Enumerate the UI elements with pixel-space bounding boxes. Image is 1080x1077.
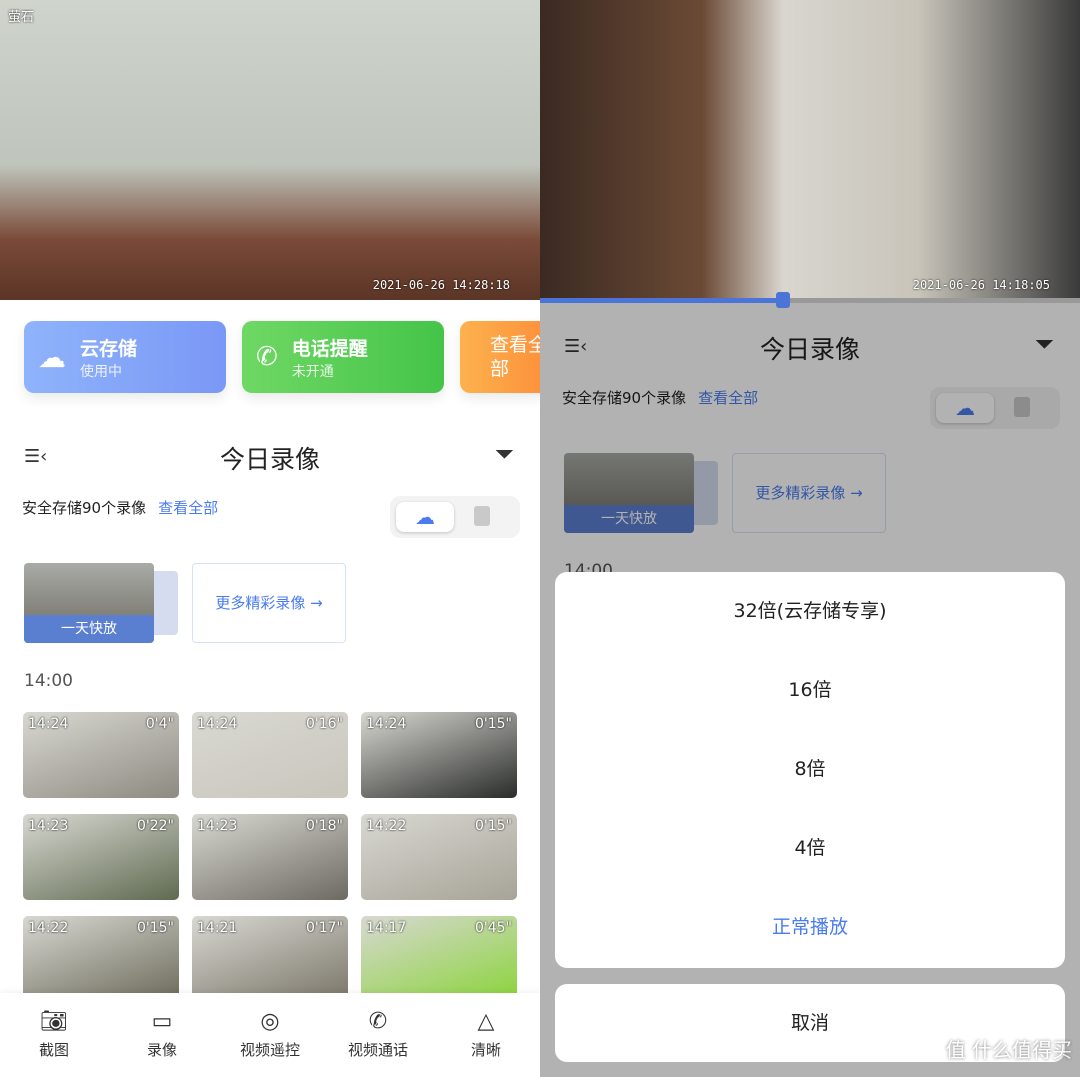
clip-thumbnail[interactable]: 14:21 0'17" bbox=[192, 916, 348, 1002]
video-camera-icon: ▭ bbox=[151, 1009, 173, 1034]
clip-duration: 0'18" bbox=[305, 818, 343, 834]
clip-duration: 0'45" bbox=[474, 920, 512, 936]
more-videos-button[interactable]: 更多精彩录像 → bbox=[192, 563, 346, 643]
speed-sheet: 32倍(云存储专享) 16倍 8倍 4倍 正常播放 bbox=[555, 572, 1065, 968]
quality-icon: △ bbox=[477, 1009, 495, 1034]
filter-icon[interactable]: ⏷ bbox=[495, 440, 514, 468]
toolbar-label: 清晰 bbox=[470, 1041, 501, 1059]
fast-play-label: 一天快放 bbox=[24, 615, 154, 643]
clip-thumbnail[interactable]: 14:17 0'45" bbox=[361, 916, 517, 1002]
clip-time: 14:24 bbox=[366, 716, 407, 732]
card-title: 云存储 bbox=[80, 337, 138, 360]
speed-option[interactable]: 正常播放 bbox=[555, 888, 1065, 967]
clip-time: 14:17 bbox=[366, 920, 407, 936]
storage-toggle[interactable]: ☁ bbox=[390, 496, 520, 538]
remote-control-icon: ◎ bbox=[260, 1009, 280, 1034]
card-title: 电话提醒 bbox=[291, 337, 368, 360]
toolbar-video-camera[interactable]: ▭ 录像 bbox=[108, 993, 216, 1077]
clip-thumbnail[interactable]: 14:24 0'16" bbox=[192, 712, 348, 798]
clip-time: 14:23 bbox=[28, 818, 69, 834]
clip-time: 14:21 bbox=[197, 920, 238, 936]
clip-thumbnail[interactable]: 14:22 0'15" bbox=[23, 916, 179, 1002]
clip-time: 14:22 bbox=[28, 920, 69, 936]
sd-card-icon[interactable] bbox=[474, 506, 490, 526]
view-all-card[interactable]: 查看全部 bbox=[460, 321, 540, 393]
clip-duration: 0'15" bbox=[474, 818, 512, 834]
clip-duration: 0'16" bbox=[305, 716, 343, 732]
page-title: 今日录像 bbox=[219, 445, 320, 474]
playback-video[interactable]: 2021-06-26 14:18:05 bbox=[540, 0, 1080, 300]
clip-duration: 0'22" bbox=[136, 818, 174, 834]
toolbar-label: 视频通话 bbox=[347, 1041, 408, 1059]
video-timestamp: 2021-06-26 14:28:18 bbox=[372, 278, 510, 292]
phone-ring-icon: ✆ bbox=[256, 342, 278, 372]
view-all-link[interactable]: 查看全部 bbox=[158, 499, 218, 517]
speed-option[interactable]: 16倍 bbox=[555, 651, 1065, 730]
speed-option[interactable]: 4倍 bbox=[555, 809, 1065, 888]
stack-decor bbox=[150, 571, 178, 635]
speed-option[interactable]: 32倍(云存储专享) bbox=[555, 572, 1065, 651]
card-subtitle: 使用中 bbox=[80, 363, 122, 380]
right-screen: 2021-06-26 14:18:05 ☰‹ 今日录像 ⏷ 安全存储90个录像查… bbox=[540, 0, 1080, 1077]
clip-duration: 0'17" bbox=[305, 920, 343, 936]
clip-thumbnail[interactable]: 14:23 0'18" bbox=[192, 814, 348, 900]
watermark: 值 什么值得买 bbox=[945, 1038, 1072, 1062]
toolbar-label: 截图 bbox=[38, 1041, 69, 1059]
toolbar-quality[interactable]: △ 清晰 bbox=[432, 993, 540, 1077]
storage-info: 安全存储90个录像 bbox=[22, 499, 147, 517]
video-call-icon: ✆ bbox=[368, 1009, 388, 1034]
phone-alert-card[interactable]: ✆ 电话提醒未开通 bbox=[242, 321, 444, 393]
fast-play-thumb[interactable]: 一天快放 bbox=[24, 563, 154, 643]
toolbar-remote-control[interactable]: ◎ 视频遥控 bbox=[216, 993, 324, 1077]
toolbar-video-call[interactable]: ✆ 视频通话 bbox=[324, 993, 432, 1077]
video-timestamp: 2021-06-26 14:18:05 bbox=[912, 278, 1050, 292]
clip-thumbnail[interactable]: 14:24 0'4" bbox=[23, 712, 179, 798]
bottom-toolbar: 📷︎ 截图 ▭ 录像 ◎ 视频遥控 ✆ 视频通话 △ 清晰 bbox=[0, 993, 540, 1077]
clip-thumbnail[interactable]: 14:22 0'15" bbox=[361, 814, 517, 900]
hour-label: 14:00 bbox=[24, 671, 73, 691]
live-video[interactable]: 萤石 2021-06-26 14:28:18 bbox=[0, 0, 540, 300]
toolbar-label: 视频遥控 bbox=[239, 1041, 300, 1059]
toolbar-camera[interactable]: 📷︎ 截图 bbox=[0, 993, 108, 1077]
cloud-storage-card[interactable]: ☁ 云存储使用中 bbox=[24, 321, 226, 393]
progress-handle[interactable] bbox=[776, 292, 790, 308]
clip-thumbnail[interactable]: 14:23 0'22" bbox=[23, 814, 179, 900]
clip-time: 14:24 bbox=[197, 716, 238, 732]
camera-icon: 📷︎ bbox=[40, 1009, 68, 1034]
clip-time: 14:22 bbox=[366, 818, 407, 834]
playback-progress[interactable] bbox=[540, 292, 1080, 308]
brand-logo: 萤石 bbox=[8, 10, 35, 25]
clip-duration: 0'4" bbox=[145, 716, 174, 732]
clip-duration: 0'15" bbox=[474, 716, 512, 732]
speed-option[interactable]: 8倍 bbox=[555, 730, 1065, 809]
left-screen: 萤石 2021-06-26 14:28:18 ☁ 云存储 使用中 ✆ 电话提醒 未开通 … bbox=[0, 0, 540, 1077]
cloud-upload-icon: ☁ bbox=[38, 340, 66, 374]
clip-time: 14:24 bbox=[28, 716, 69, 732]
cloud-icon[interactable]: ☁ bbox=[396, 502, 454, 532]
clip-thumbnail[interactable]: 14:24 0'15" bbox=[361, 712, 517, 798]
card-subtitle: 未开通 bbox=[291, 363, 334, 380]
clip-duration: 0'15" bbox=[136, 920, 174, 936]
toolbar-label: 录像 bbox=[146, 1041, 177, 1059]
clip-time: 14:23 bbox=[197, 818, 238, 834]
